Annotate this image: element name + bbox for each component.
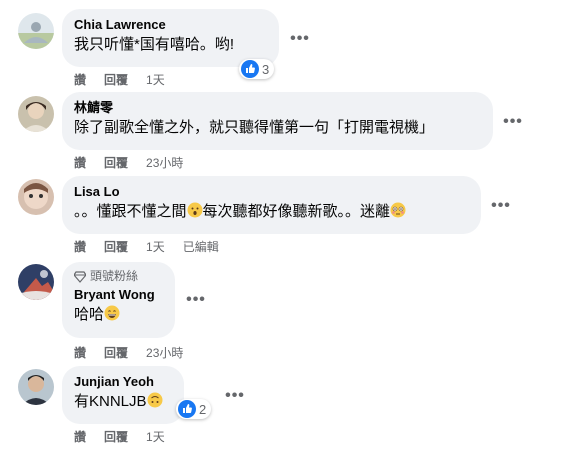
like-button[interactable]: 讚 (74, 238, 86, 255)
comment-bubble: 頭號粉絲 Bryant Wong 哈哈 (62, 262, 175, 338)
reply-button[interactable]: 回覆 (104, 154, 128, 171)
like-button[interactable]: 讚 (74, 344, 86, 361)
comment-bubble: Junjian Yeoh 有KNNLJB (62, 366, 184, 424)
avatar[interactable] (18, 369, 54, 405)
comment-text-part: 哈哈 (74, 306, 105, 323)
upside-down-face-emoji-icon (147, 392, 163, 408)
comment-text: 除了副歌全懂之外，就只聽得懂第一句「打開電視機」 (74, 119, 435, 136)
comment-text: 有KNNLJB (74, 392, 172, 412)
more-options-icon[interactable]: ••• (221, 386, 249, 406)
grinning-face-emoji-icon (104, 305, 120, 321)
reaction-count: 3 (262, 61, 270, 77)
like-reaction-icon (241, 60, 259, 78)
comment-text-part: 。。懂跟不懂之間 (74, 203, 187, 220)
like-button[interactable]: 讚 (74, 154, 86, 171)
avatar[interactable] (18, 96, 54, 132)
commenter-name[interactable]: Lisa Lo (74, 183, 469, 200)
comment-text-part: 有KNNLJB (74, 393, 147, 410)
timestamp[interactable]: 23小時 (146, 154, 183, 171)
more-options-icon[interactable]: ••• (286, 29, 314, 49)
comment-text: 我只听懂*国有嘻哈。哟! (74, 36, 235, 53)
commenter-name[interactable]: Bryant Wong (74, 286, 163, 303)
comment-text: 哈哈 (74, 305, 163, 325)
comment-text: 。。懂跟不懂之間 每次聽都好像聽新歌。。迷離 (74, 202, 469, 222)
commenter-name[interactable]: 林鯖零 (74, 99, 481, 116)
commenter-name[interactable]: Chia Lawrence (74, 16, 267, 33)
like-reaction-icon (178, 400, 196, 418)
timestamp[interactable]: 1天 (146, 428, 165, 445)
reaction-summary[interactable]: 3 (239, 59, 275, 79)
top-fan-badge[interactable]: 頭號粉絲 (74, 269, 163, 284)
comment-bubble: 林鯖零 除了副歌全懂之外，就只聽得懂第一句「打開電視機」 (62, 92, 493, 150)
edited-label[interactable]: 已編輯 (183, 238, 219, 255)
more-options-icon[interactable]: ••• (499, 112, 527, 132)
top-fan-label: 頭號粉絲 (90, 269, 139, 283)
timestamp[interactable]: 1天 (146, 238, 165, 255)
top-fan-diamond-icon (74, 270, 86, 283)
more-options-icon[interactable]: ••• (182, 290, 210, 310)
avatar[interactable] (18, 264, 54, 300)
avatar[interactable] (18, 179, 54, 215)
timestamp[interactable]: 23小時 (146, 344, 183, 361)
like-button[interactable]: 讚 (74, 428, 86, 445)
reaction-summary[interactable]: 2 (176, 399, 212, 419)
reply-button[interactable]: 回覆 (104, 428, 128, 445)
like-button[interactable]: 讚 (74, 71, 86, 88)
avatar[interactable] (18, 13, 54, 49)
reaction-count: 2 (199, 401, 207, 417)
surprised-face-emoji-icon (187, 202, 203, 218)
more-options-icon[interactable]: ••• (487, 196, 515, 216)
commenter-name[interactable]: Junjian Yeoh (74, 373, 172, 390)
reply-button[interactable]: 回覆 (104, 71, 128, 88)
flushed-face-emoji-icon (390, 202, 406, 218)
comment-text-part: 每次聽都好像聽新歌。。迷離 (202, 203, 391, 220)
reply-button[interactable]: 回覆 (104, 344, 128, 361)
reply-button[interactable]: 回覆 (104, 238, 128, 255)
comment-bubble: Lisa Lo 。。懂跟不懂之間 每次聽都好像聽新歌。。迷離 (62, 176, 481, 234)
timestamp[interactable]: 1天 (146, 71, 165, 88)
